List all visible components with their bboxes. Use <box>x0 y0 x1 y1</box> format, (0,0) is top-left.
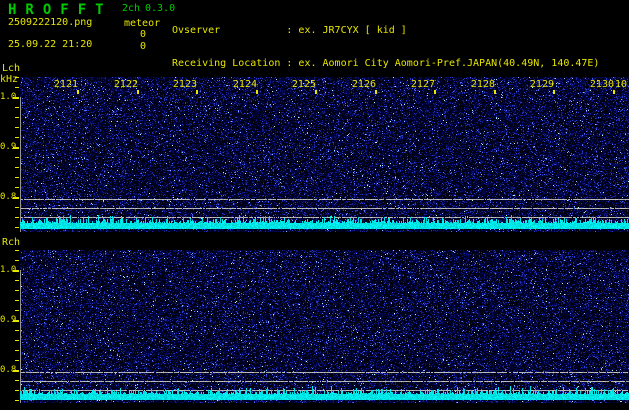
rch-panel-label: Rch <box>2 237 21 248</box>
time-tick-label: 2124 <box>232 79 257 90</box>
time-tick <box>494 90 496 94</box>
freq-minor-tick <box>15 280 19 281</box>
time-tick-label: 2128 <box>470 79 495 90</box>
time-tick <box>256 90 258 94</box>
time-tick-label: 2130 <box>589 79 614 90</box>
time-tick <box>137 90 139 94</box>
freq-minor-tick <box>15 380 19 381</box>
time-tick-label: 2129 <box>529 79 554 90</box>
freq-tick-label: 0.8 <box>0 365 17 375</box>
freq-tick-label: 1.0 <box>0 265 17 275</box>
time-tick-label: 2125 <box>291 79 316 90</box>
time-tick-label: 2123 <box>172 79 197 90</box>
time-tick <box>375 90 377 94</box>
freq-minor-tick <box>15 207 19 208</box>
freq-minor-tick <box>15 390 19 391</box>
freq-minor-tick <box>15 77 19 78</box>
freq-minor-tick <box>15 127 19 128</box>
freq-tick-label: 0.9 <box>0 315 17 325</box>
time-tick <box>315 90 317 94</box>
app-window: HROFFT 2ch 0.3.0 2509222120.png meteor 0… <box>0 0 629 410</box>
freq-minor-tick <box>15 310 19 311</box>
time-tick-label: 2127 <box>410 79 435 90</box>
freq-tick-label: 0.9 <box>0 142 17 152</box>
freq-minor-tick <box>15 300 19 301</box>
freq-minor-tick <box>15 350 19 351</box>
freq-minor-tick <box>15 87 19 88</box>
freq-minor-tick <box>15 340 19 341</box>
time-tick <box>77 90 79 94</box>
freq-minor-tick <box>15 227 19 228</box>
lch-spectrogram-canvas <box>20 77 629 232</box>
freq-tick-label: 0.8 <box>0 192 17 202</box>
freq-minor-tick <box>15 330 19 331</box>
freq-minor-tick <box>15 360 19 361</box>
clipped-time-label-fragment: 10 <box>615 79 628 90</box>
time-tick <box>613 90 615 94</box>
freq-minor-tick <box>15 290 19 291</box>
freq-minor-tick <box>15 260 19 261</box>
freq-minor-tick <box>15 217 19 218</box>
freq-minor-tick <box>15 157 19 158</box>
freq-tick-label: 1.0 <box>0 92 17 102</box>
freq-minor-tick <box>15 400 19 401</box>
rch-spectrogram-canvas <box>20 250 629 403</box>
time-tick <box>553 90 555 94</box>
freq-minor-tick <box>15 167 19 168</box>
spectrogram-area: Lch kHz Rch 1.0 0.9 0.8 2121 2122 2123 2124 212… <box>0 0 629 410</box>
freq-minor-tick <box>15 107 19 108</box>
time-tick-label: 2126 <box>351 79 376 90</box>
time-tick-label: 2121 <box>53 79 78 90</box>
time-tick <box>196 90 198 94</box>
freq-minor-tick <box>15 137 19 138</box>
freq-minor-tick <box>15 117 19 118</box>
freq-unit-label: kHz <box>0 74 19 85</box>
time-tick-label: 2122 <box>113 79 138 90</box>
freq-minor-tick <box>15 187 19 188</box>
freq-minor-tick <box>15 250 19 251</box>
lch-panel-label: Lch <box>2 63 21 74</box>
hrofft-app: { "app": { "title": "HROFFT", "channel_m… <box>0 0 629 410</box>
time-tick <box>434 90 436 94</box>
freq-minor-tick <box>15 177 19 178</box>
